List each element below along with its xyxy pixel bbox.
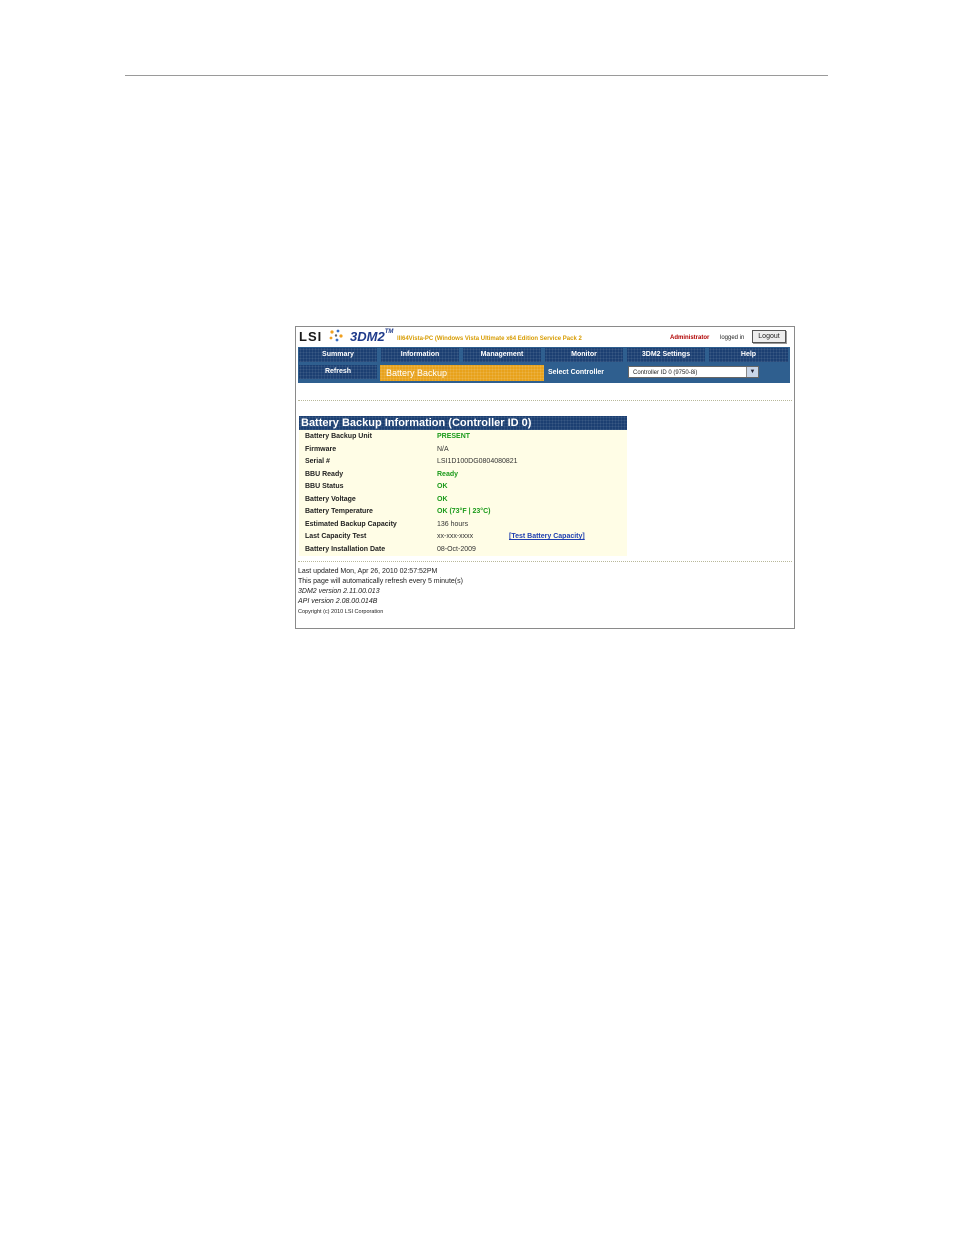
info-row: Battery Voltage OK xyxy=(299,494,627,506)
panel-title: Battery Backup Information (Controller I… xyxy=(299,416,627,430)
logout-button[interactable]: Logout xyxy=(752,330,786,343)
info-row: BBU Status OK xyxy=(299,481,627,493)
select-controller-label: Select Controller xyxy=(548,369,605,376)
row-value: 08-Oct-2009 xyxy=(437,545,476,553)
tab-summary[interactable]: Summary xyxy=(299,348,377,362)
info-row: Last Capacity Test xx-xxx-xxxx [Test Bat… xyxy=(299,531,627,543)
row-label: Battery Backup Unit xyxy=(305,433,372,440)
row-label: BBU Ready xyxy=(305,470,344,478)
tab-monitor[interactable]: Monitor xyxy=(545,348,623,362)
row-value: 136 hours xyxy=(437,520,469,528)
last-updated: Last updated Mon, Apr 26, 2010 02:57:52P… xyxy=(298,568,438,575)
row-label: Battery Installation Date xyxy=(305,545,386,553)
tab-management[interactable]: Management xyxy=(463,348,541,362)
row-value: Ready xyxy=(437,470,459,478)
row-label: Serial # xyxy=(305,458,330,465)
controller-select[interactable]: Controller ID 0 (9750-8i) ▼ xyxy=(628,366,759,378)
info-row: Firmware N/A xyxy=(299,444,627,456)
info-row: Battery Backup Unit PRESENT xyxy=(299,431,627,443)
tab-information[interactable]: Information xyxy=(381,348,459,362)
info-row: Serial # LSI1D100DG0804080821 xyxy=(299,456,627,468)
copyright: Copyright (c) 2010 LSI Corporation xyxy=(298,609,384,615)
host-name: lll64Vista-PC (Windows Vista Ultimate x6… xyxy=(397,336,582,342)
battery-info-panel: Battery Backup Information (Controller I… xyxy=(299,416,627,556)
page-footer: Last updated Mon, Apr 26, 2010 02:57:52P… xyxy=(298,567,463,617)
row-label: Battery Temperature xyxy=(305,508,373,515)
info-row: Estimated Backup Capacity 136 hours xyxy=(299,519,627,531)
divider-top xyxy=(298,400,792,401)
info-row: BBU Ready Ready xyxy=(299,469,627,481)
row-value: N/A xyxy=(437,445,449,453)
test-battery-capacity-link[interactable]: [Test Battery Capacity] xyxy=(509,531,585,543)
divider-bottom xyxy=(298,561,792,562)
app-window: LSI 3DM2TM lll64Vista-PC (Windows Vista … xyxy=(295,326,795,629)
page-top-rule xyxy=(125,75,828,76)
trademark: TM xyxy=(384,329,394,335)
row-label: Firmware xyxy=(305,445,337,453)
version-3dm2: 3DM2 version 2.11.00.013 xyxy=(298,588,380,595)
refresh-note: This page will automatically refresh eve… xyxy=(298,578,463,585)
refresh-button[interactable]: Refresh xyxy=(299,365,377,379)
app-header: LSI 3DM2TM lll64Vista-PC (Windows Vista … xyxy=(296,327,794,347)
tab-help[interactable]: Help xyxy=(709,348,788,362)
user-role: Administrator xyxy=(670,335,710,341)
logged-in-text: logged in xyxy=(720,335,745,341)
version-api: API version 2.08.00.014B xyxy=(298,598,378,605)
row-value: OK xyxy=(437,483,448,490)
controller-select-value: Controller ID 0 (9750-8i) xyxy=(633,370,698,376)
product-name: 3DM2TM xyxy=(350,329,394,344)
row-value: PRESENT xyxy=(437,433,471,440)
info-row: Battery Installation Date 08-Oct-2009 xyxy=(299,544,627,556)
info-row: Battery Temperature OK (73°F | 23°C) xyxy=(299,506,627,518)
row-label: BBU Status xyxy=(305,483,344,490)
lsi-logo: LSI xyxy=(299,329,323,344)
main-nav: Summary Information Management Monitor 3… xyxy=(298,347,790,383)
chevron-down-icon[interactable]: ▼ xyxy=(746,367,758,377)
row-value: LSI1D100DG0804080821 xyxy=(437,458,518,465)
row-value: OK (73°F | 23°C) xyxy=(437,508,491,515)
tab-battery-backup[interactable]: Battery Backup xyxy=(380,365,544,381)
row-value: xx-xxx-xxxx xyxy=(437,533,474,540)
tab-3dm2-settings[interactable]: 3DM2 Settings xyxy=(627,348,705,362)
row-label: Estimated Backup Capacity xyxy=(305,520,397,528)
row-value: OK xyxy=(437,495,448,503)
lsi-star-icon xyxy=(329,329,343,342)
row-label: Last Capacity Test xyxy=(305,533,367,540)
row-label: Battery Voltage xyxy=(305,495,356,503)
